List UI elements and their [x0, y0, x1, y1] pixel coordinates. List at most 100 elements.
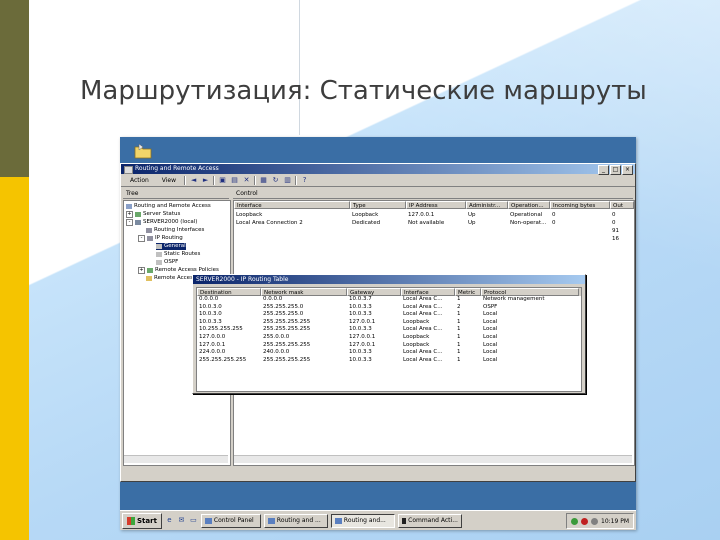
- show-tree-icon[interactable]: ▤: [230, 176, 239, 184]
- volume-icon[interactable]: [591, 517, 598, 525]
- column-header[interactable]: Protocol: [481, 288, 579, 296]
- list-cell: [234, 235, 610, 243]
- route-row[interactable]: 10.255.255.255 255.255.255.255 10.0.3.3 Loc…: [197, 326, 581, 334]
- back-arrow-icon[interactable]: ◄: [189, 176, 198, 184]
- tree-horizontal-scrollbar[interactable]: [124, 455, 228, 463]
- collapse-toggle[interactable]: -: [126, 219, 133, 226]
- task-button[interactable]: Routing and ...: [263, 513, 328, 528]
- route-cell: 10.0.3.0: [199, 311, 222, 318]
- route-cell: OSPF: [483, 303, 498, 310]
- route-cell: 1: [457, 333, 461, 340]
- route-row[interactable]: 127.0.0.1 255.255.255.255 127.0.0.1 Loopbac…: [197, 342, 581, 350]
- list-row[interactable]: Local Area Connection 2 Dedicated Not av…: [234, 219, 634, 227]
- folder-icon[interactable]: [134, 143, 152, 159]
- task-button[interactable]: Control Panel: [200, 513, 261, 528]
- column-header[interactable]: IP Address: [406, 201, 466, 209]
- maximize-button[interactable]: □: [610, 165, 621, 175]
- list-row[interactable]: 16: [234, 235, 634, 243]
- route-row[interactable]: 127.0.0.0 255.0.0.0 127.0.0.1 Loopback 1 Loca…: [197, 334, 581, 342]
- tree-item-selected[interactable]: General: [156, 243, 186, 250]
- route-cell: 127.0.0.1: [349, 341, 376, 348]
- server-status-icon: [135, 212, 141, 217]
- list-row[interactable]: Loopback Loopback 127.0.0.1 Up Operation…: [234, 211, 634, 219]
- tree-item[interactable]: Routing and Remote Access: [126, 203, 211, 210]
- tree-item[interactable]: + Remote Access Policies: [138, 267, 219, 274]
- action-menu[interactable]: Action: [125, 176, 154, 185]
- task-button-active[interactable]: Routing and...: [330, 513, 395, 528]
- network-icon[interactable]: [571, 517, 578, 525]
- column-header[interactable]: Interface: [234, 201, 350, 209]
- route-cell: Local Area C...: [403, 356, 443, 363]
- route-row[interactable]: 10.0.3.3 255.255.255.255 127.0.0.1 Loopback…: [197, 319, 581, 327]
- route-cell: 1: [457, 318, 461, 325]
- help-icon[interactable]: ?: [300, 176, 309, 184]
- tree-item[interactable]: + Server Status: [126, 211, 180, 218]
- column-header[interactable]: Type: [350, 201, 406, 209]
- interfaces-icon: [146, 228, 152, 233]
- outlook-icon[interactable]: ✉: [177, 516, 186, 525]
- route-row[interactable]: 10.0.3.0 255.255.255.0 10.0.3.3 Local Area …: [197, 304, 581, 312]
- alert-icon[interactable]: [581, 517, 588, 525]
- close-button[interactable]: ×: [622, 165, 633, 175]
- tree-item-label: SERVER2000 (local): [143, 219, 198, 225]
- clock[interactable]: 10:19 PM: [601, 518, 629, 525]
- column-header[interactable]: Administr...: [466, 201, 508, 209]
- route-cell: 10.0.3.3: [349, 303, 372, 310]
- route-row[interactable]: 224.0.0.0 240.0.0.0 10.0.3.3 Local Area C..…: [197, 349, 581, 357]
- tree-item-label: Server Status: [143, 211, 181, 217]
- minimize-button[interactable]: _: [598, 165, 609, 175]
- list-row[interactable]: 91: [234, 227, 634, 235]
- tree-item[interactable]: Routing Interfaces: [146, 227, 204, 234]
- column-header[interactable]: Interface: [401, 288, 455, 296]
- column-header[interactable]: Out: [610, 201, 634, 209]
- task-label: Command Acti...: [408, 517, 458, 524]
- tree-pane-header[interactable]: Tree: [123, 190, 229, 199]
- expand-toggle[interactable]: +: [138, 267, 145, 274]
- tree-item-label: OSPF: [164, 259, 179, 265]
- forward-arrow-icon[interactable]: ►: [201, 176, 210, 184]
- window-titlebar[interactable]: Routing and Remote Access _ □ ×: [121, 164, 635, 175]
- dialog-titlebar[interactable]: SERVER2000 - IP Routing Table: [193, 275, 585, 284]
- route-row[interactable]: 0.0.0.0 0.0.0.0 10.0.3.7 Local Area C... 1 Ne…: [197, 296, 581, 304]
- routing-table-headers: Destination Network mask Gateway Interfa…: [197, 288, 581, 296]
- tree-item-label: Static Routes: [164, 251, 201, 257]
- window-title: Routing and Remote Access: [135, 165, 219, 172]
- column-header[interactable]: Gateway: [347, 288, 401, 296]
- route-row[interactable]: 255.255.255.255 255.255.255.255 10.0.3.3 Lo…: [197, 357, 581, 365]
- column-header[interactable]: Operation...: [508, 201, 550, 209]
- column-header[interactable]: Incoming bytes: [550, 201, 610, 209]
- refresh-icon[interactable]: ↻: [271, 176, 280, 184]
- route-row[interactable]: 10.0.3.0 255.255.255.0 10.0.3.3 Local Area …: [197, 311, 581, 319]
- list-pane-header[interactable]: Control: [233, 190, 633, 199]
- list-horizontal-scrollbar[interactable]: [234, 455, 632, 463]
- tree-item-label: IP Routing: [155, 235, 183, 241]
- tree-item[interactable]: Static Routes: [156, 251, 200, 258]
- route-cell: 255.0.0.0: [263, 333, 290, 340]
- column-header[interactable]: Network mask: [261, 288, 347, 296]
- view-menu[interactable]: View: [157, 176, 181, 185]
- route-cell: 127.0.0.1: [199, 341, 226, 348]
- route-cell: Local Area C...: [403, 303, 443, 310]
- start-button[interactable]: Start: [122, 512, 162, 529]
- desktop-icon[interactable]: ▭: [189, 516, 198, 525]
- export-list-icon[interactable]: ▥: [283, 176, 292, 184]
- tree-item[interactable]: - IP Routing: [138, 235, 183, 242]
- control-panel-icon: [204, 517, 212, 524]
- delete-icon[interactable]: ✕: [242, 176, 251, 184]
- task-button[interactable]: Command Acti...: [397, 513, 462, 528]
- route-cell: Local Area C...: [403, 296, 443, 302]
- column-header[interactable]: Destination: [197, 288, 261, 296]
- list-cell: 0: [552, 212, 556, 218]
- expand-toggle[interactable]: +: [126, 211, 133, 218]
- column-header[interactable]: Metric: [455, 288, 481, 296]
- properties-icon[interactable]: ▦: [259, 176, 268, 184]
- tree-item[interactable]: OSPF: [156, 259, 178, 266]
- list-cell: 127.0.0.1: [408, 212, 435, 218]
- tree-item[interactable]: - SERVER2000 (local): [126, 219, 197, 226]
- collapse-toggle[interactable]: -: [138, 235, 145, 242]
- route-cell: Local Area C...: [403, 311, 443, 318]
- routing-table: Destination Network mask Gateway Interfa…: [196, 287, 582, 392]
- up-folder-icon[interactable]: ▣: [218, 176, 227, 184]
- internet-explorer-icon[interactable]: e: [165, 516, 174, 525]
- task-label: Control Panel: [213, 517, 254, 524]
